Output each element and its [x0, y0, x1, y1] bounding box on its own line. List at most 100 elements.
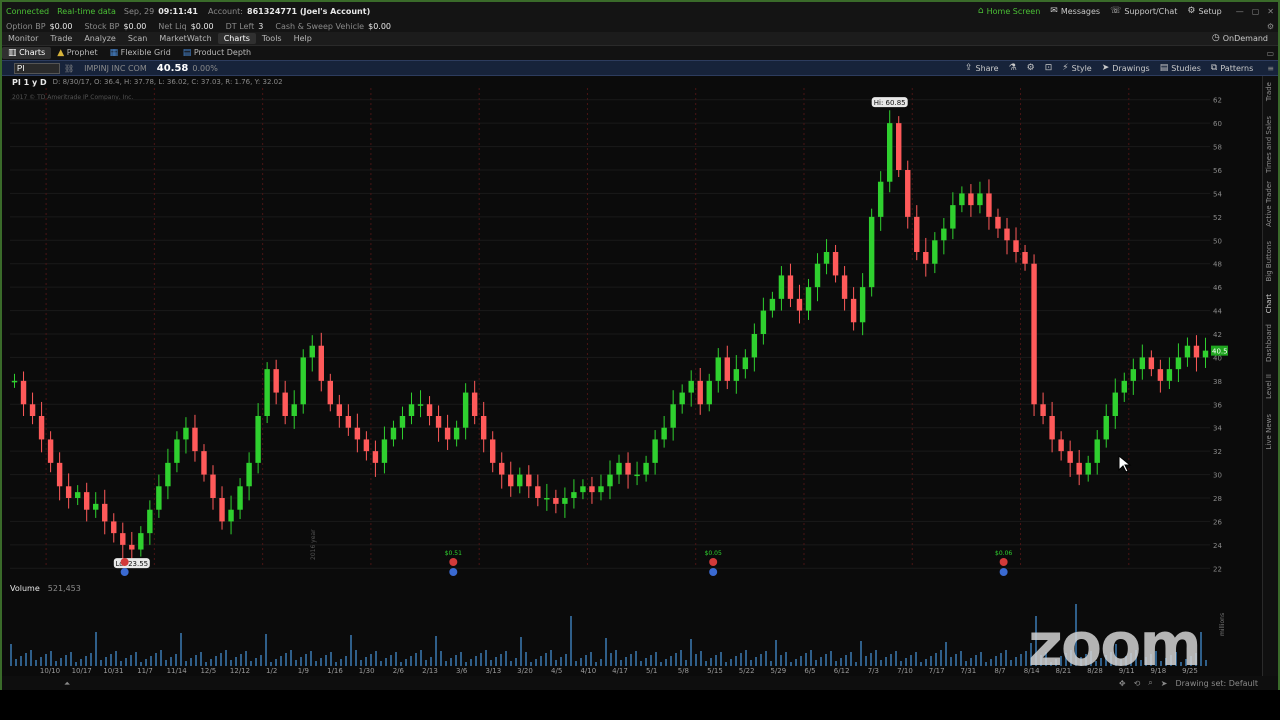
candle-body: [120, 533, 126, 545]
nav-monitor[interactable]: Monitor: [2, 33, 44, 44]
symbol-link-button[interactable]: ⊡: [1045, 63, 1053, 73]
share-button[interactable]: ⇪ Share: [965, 63, 999, 73]
rail-dashboard[interactable]: Dashboard: [1265, 324, 1273, 362]
nav-tools[interactable]: Tools: [256, 33, 288, 44]
volume-bar: [1200, 632, 1202, 666]
x-tick-label: 1/9: [298, 667, 309, 675]
y-tick-label: 28: [1213, 495, 1222, 503]
style-button[interactable]: ⚡ Style: [1062, 63, 1091, 73]
rail-times-sales[interactable]: Times and Sales: [1265, 116, 1273, 173]
grid-icon: ▦: [109, 48, 119, 58]
candle-body: [535, 486, 541, 498]
subtab-charts[interactable]: ▥ Charts: [2, 47, 52, 59]
symbol-period[interactable]: PI 1 y D: [12, 78, 47, 87]
expand-icon[interactable]: ⏶: [64, 679, 70, 689]
patterns-button[interactable]: ⧉ Patterns: [1211, 63, 1253, 73]
candle-body: [273, 369, 279, 393]
rail-active-trader[interactable]: Active Trader: [1265, 181, 1273, 227]
y-tick-label: 54: [1213, 190, 1222, 198]
subtab-product-depth[interactable]: ▤ Product Depth: [177, 47, 257, 59]
candle-body: [1121, 380, 1127, 393]
volume-unit-label: millions: [1219, 613, 1226, 636]
messages-button[interactable]: ✉ Messages: [1050, 5, 1100, 16]
link-icon[interactable]: ⛓: [64, 64, 74, 73]
rail-trade[interactable]: Trade: [1265, 82, 1273, 101]
candle-body: [688, 380, 694, 393]
y-tick-label: 24: [1213, 542, 1222, 550]
subtab-prophet[interactable]: ▲ Prophet: [51, 47, 103, 59]
chart-toolbar: ⛓ IMPINJ INC COM 40.58 0.00% ⇪Share ⚗ ⚙ …: [2, 60, 1278, 76]
candle-body: [29, 404, 36, 416]
nav-help[interactable]: Help: [288, 33, 318, 44]
price-chart-svg[interactable]: 6260585654525048464442403836343230282624…: [10, 88, 1232, 580]
candle-body: [959, 193, 965, 206]
account-label: Account:: [208, 6, 243, 16]
volume-bar: [570, 616, 572, 666]
candle-body: [156, 486, 162, 510]
x-tick-label: 12/5: [200, 667, 216, 675]
flask-icon: ⚗: [1008, 62, 1017, 73]
right-rail: Trade Times and Sales Active Trader Big …: [1262, 76, 1278, 690]
y-tick-label: 56: [1213, 167, 1222, 175]
nav-charts[interactable]: Charts: [217, 33, 256, 44]
candle-body: [1112, 392, 1118, 416]
price-chart[interactable]: 62 60 58 56 54 52 50 48 46 44 42 40 38 36 34 32 30 28 26 24…: [10, 88, 1232, 580]
dividend-label: $0.51: [445, 550, 462, 557]
candle-body: [408, 404, 415, 416]
gear-icon[interactable]: ⚙: [1267, 22, 1274, 31]
candle-body: [616, 462, 622, 475]
symbol-input[interactable]: [14, 62, 60, 74]
candle-body: [327, 380, 334, 405]
rail-level2[interactable]: Level II: [1265, 374, 1273, 399]
nav-scan[interactable]: Scan: [122, 33, 153, 44]
candle-body: [499, 462, 505, 475]
candle-body: [1013, 240, 1019, 252]
flask-button[interactable]: ⚗: [1008, 62, 1017, 73]
drawings-button[interactable]: ➤ Drawings: [1102, 63, 1150, 73]
menu-icon[interactable]: ≡: [1267, 64, 1274, 73]
setup-button[interactable]: ⚙ Setup: [1187, 6, 1221, 16]
candle-body: [390, 427, 397, 440]
candle-body: [941, 228, 947, 241]
net-liq-label: Net Liq: [158, 21, 187, 31]
chart-settings-button[interactable]: ⚙: [1027, 63, 1035, 73]
candle-body: [769, 298, 776, 311]
studies-button[interactable]: ▤ Studies: [1160, 63, 1201, 73]
dt-left-value: 3: [258, 21, 264, 31]
nav-analyze[interactable]: Analyze: [78, 33, 122, 44]
home-screen-button[interactable]: ⌂ Home Screen: [978, 6, 1040, 16]
clock-icon: ◷: [1211, 33, 1220, 43]
x-tick-label: 7/31: [960, 667, 976, 675]
nav-trade[interactable]: Trade: [44, 33, 78, 44]
ondemand-button[interactable]: ◷ OnDemand: [1211, 33, 1268, 44]
y-tick-label: 60: [1213, 120, 1222, 128]
rail-big-buttons[interactable]: Big Buttons: [1265, 241, 1273, 282]
candle-body: [1157, 369, 1164, 381]
rail-chart[interactable]: Chart: [1265, 294, 1273, 313]
candle-body: [886, 123, 893, 182]
candle-body: [300, 357, 306, 405]
candle-body: [643, 462, 649, 475]
support-chat-button[interactable]: ☏ Support/Chat: [1110, 6, 1177, 16]
minimize-icon[interactable]: —: [1236, 7, 1244, 16]
x-tick-label: 5/22: [739, 667, 755, 675]
x-tick-label: 6/5: [804, 667, 815, 675]
candle-body: [517, 474, 523, 487]
volume-bar: [10, 644, 12, 666]
maximize-icon[interactable]: ▢: [1252, 7, 1260, 16]
candle-body: [589, 486, 595, 493]
candle-body: [74, 492, 81, 498]
close-icon[interactable]: ✕: [1267, 7, 1274, 16]
candle-body: [841, 275, 848, 299]
subtab-flexible-grid[interactable]: ▦ Flexible Grid: [104, 47, 177, 59]
rail-live-news[interactable]: Live News: [1265, 414, 1273, 449]
x-tick-label: 7/3: [868, 667, 879, 675]
envelope-icon: ✉: [1050, 5, 1058, 16]
event-marker: [709, 568, 718, 576]
layout-icon[interactable]: ▭: [1266, 49, 1274, 58]
nav-marketwatch[interactable]: MarketWatch: [153, 33, 217, 44]
account-value[interactable]: 861324771 (Joel's Account): [247, 7, 370, 16]
x-tick-label: 2/13: [422, 667, 438, 675]
main-nav: Monitor Trade Analyze Scan MarketWatch C…: [2, 32, 1278, 46]
candle-body: [129, 544, 135, 550]
